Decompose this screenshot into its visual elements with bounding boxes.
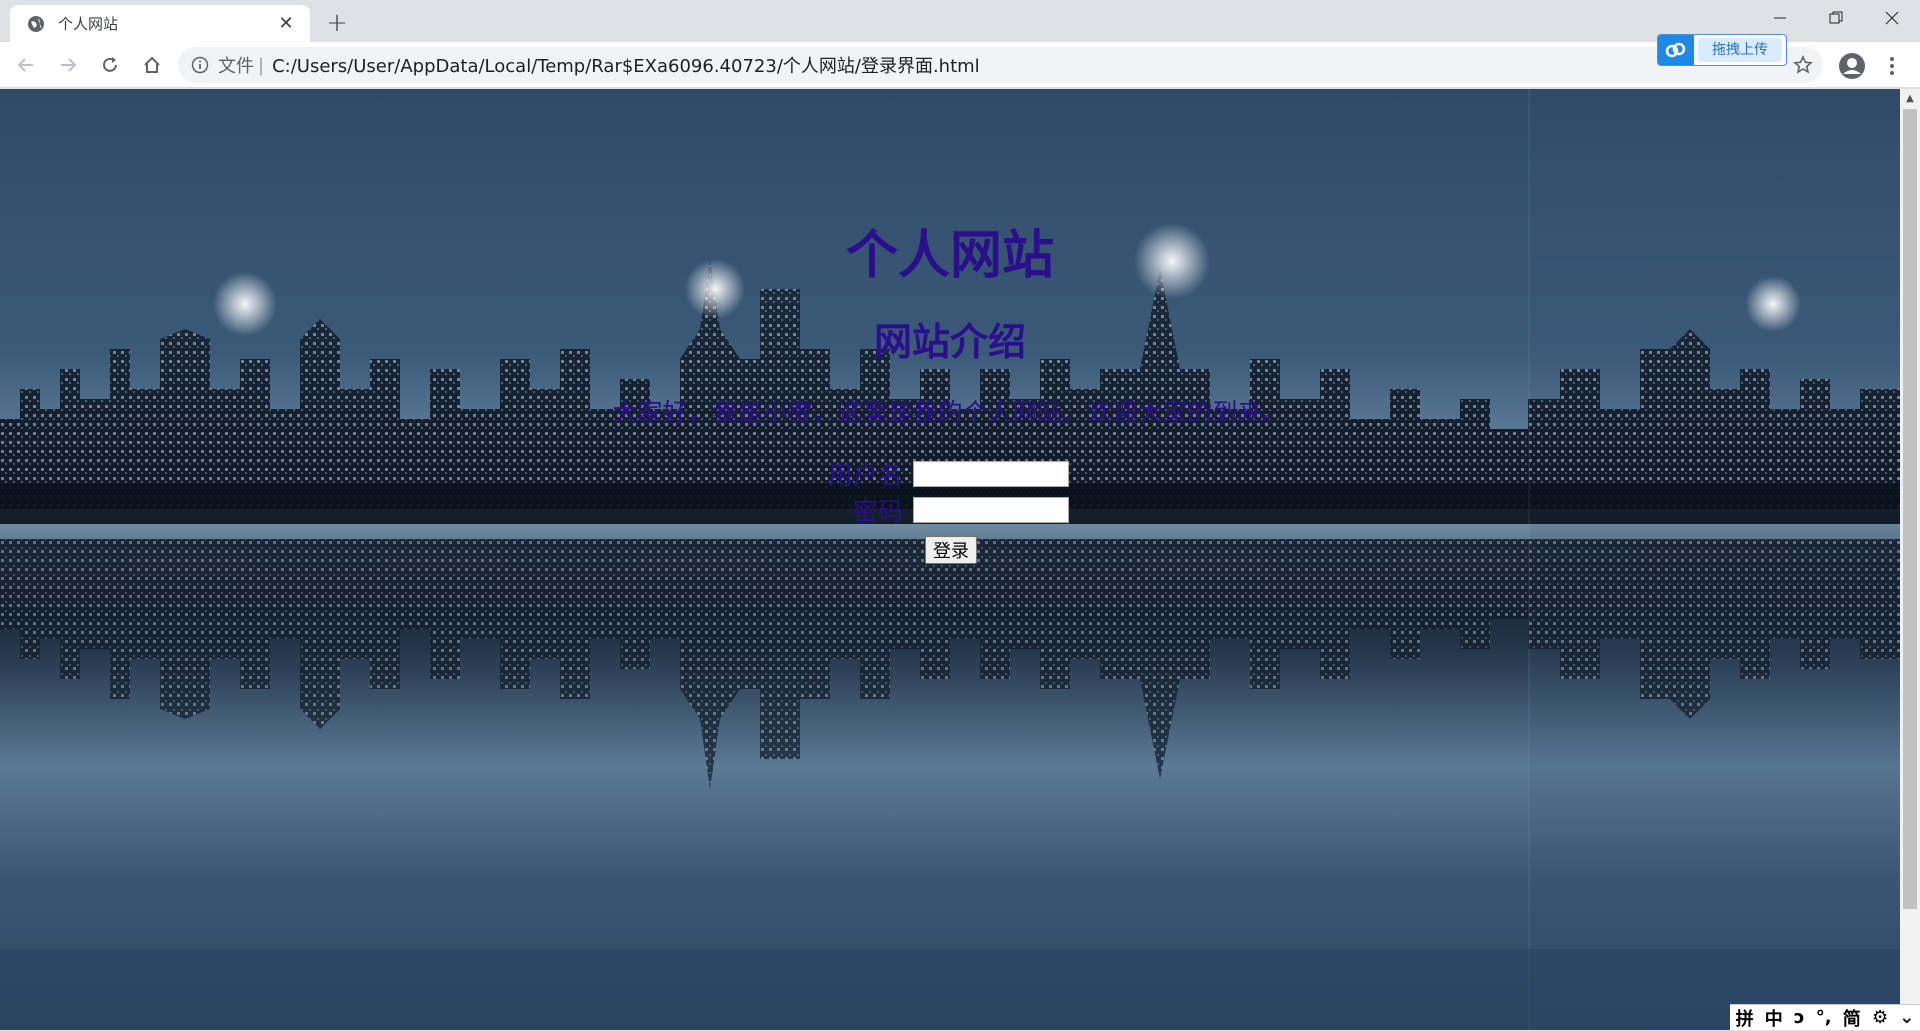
upload-label: 拖拽上传 [1698, 38, 1782, 62]
ime-pinyin-icon[interactable]: 拼 [1736, 1005, 1754, 1031]
username-label: 用户名 [827, 461, 903, 490]
page-subtitle: 网站介绍 [873, 320, 1026, 364]
ime-simplified-mode[interactable]: 简 [1843, 1005, 1861, 1031]
ime-chinese-mode[interactable]: 中 [1765, 1005, 1783, 1031]
scheme-separator: | [258, 54, 265, 76]
address-bar[interactable]: 文件 | C:/Users/User/AppData/Local/Temp/Ra… [178, 47, 1823, 83]
back-arrow-icon [17, 57, 33, 72]
vertical-scrollbar[interactable]: ▲ [1900, 89, 1920, 1030]
globe-icon [26, 14, 46, 34]
forward-button[interactable] [48, 45, 88, 85]
password-label: 密码 [852, 497, 903, 526]
login-button[interactable]: 登录 [925, 536, 977, 564]
scroll-up-arrow-icon[interactable]: ▲ [1900, 89, 1920, 107]
ime-toolbar: 拼 中 ɔ °, 简 ⚙ ⌄ [1730, 1004, 1920, 1030]
reload-button[interactable] [90, 45, 130, 85]
bookmark-star-icon[interactable] [1791, 53, 1815, 77]
minimize-icon[interactable] [1752, 0, 1808, 36]
forward-arrow-icon [61, 57, 77, 72]
scrollbar-thumb[interactable] [1903, 109, 1917, 909]
profile-button[interactable] [1836, 50, 1868, 82]
window-controls [1752, 0, 1920, 36]
close-tab-icon[interactable]: ✕ [274, 12, 298, 36]
restore-icon[interactable] [1808, 0, 1864, 36]
close-window-icon[interactable] [1864, 0, 1920, 36]
tab-active[interactable]: 个人网站 ✕ [10, 5, 310, 42]
info-icon[interactable] [190, 55, 210, 75]
home-icon [144, 56, 160, 73]
url-text[interactable]: C:/Users/User/AppData/Local/Temp/Rar$EXa… [272, 52, 980, 78]
reload-icon [103, 56, 117, 72]
username-input[interactable] [913, 461, 1069, 487]
ime-expand-icon[interactable]: ⌄ [1899, 1007, 1914, 1028]
ime-halfwidth-icon[interactable]: ɔ [1794, 1007, 1805, 1028]
password-input[interactable] [913, 497, 1069, 523]
login-page: 个人网站 网站介绍 大家好，我是小雪，这里是我的个人网站，欢迎大家的到来。 用户… [0, 89, 1900, 1030]
ime-punctuation-icon[interactable]: °, [1816, 1007, 1832, 1028]
new-tab-button[interactable]: + [322, 8, 352, 38]
tab-title: 个人网站 [58, 15, 119, 33]
back-button[interactable] [6, 45, 46, 85]
cloud-icon [1658, 35, 1694, 65]
intro-text: 大家好，我是小雪，这里是我的个人网站，欢迎大家的到来。 [612, 398, 1288, 427]
ime-settings-icon[interactable]: ⚙ [1872, 1007, 1888, 1028]
tab-strip: 个人网站 ✕ + [0, 0, 1920, 42]
scheme-label: 文件 [218, 56, 254, 77]
username-row: 用户名 [813, 456, 1069, 492]
browser-toolbar: 文件 | C:/Users/User/AppData/Local/Temp/Ra… [0, 42, 1920, 88]
browser-menu-button[interactable] [1880, 50, 1904, 82]
home-button[interactable] [132, 45, 172, 85]
account-icon [1839, 53, 1865, 79]
drag-upload-widget[interactable]: 拖拽上传 [1657, 34, 1787, 66]
kebab-menu-icon [1890, 57, 1894, 75]
password-row: 密码 [813, 492, 1069, 528]
page-title: 个人网站 [845, 226, 1054, 286]
